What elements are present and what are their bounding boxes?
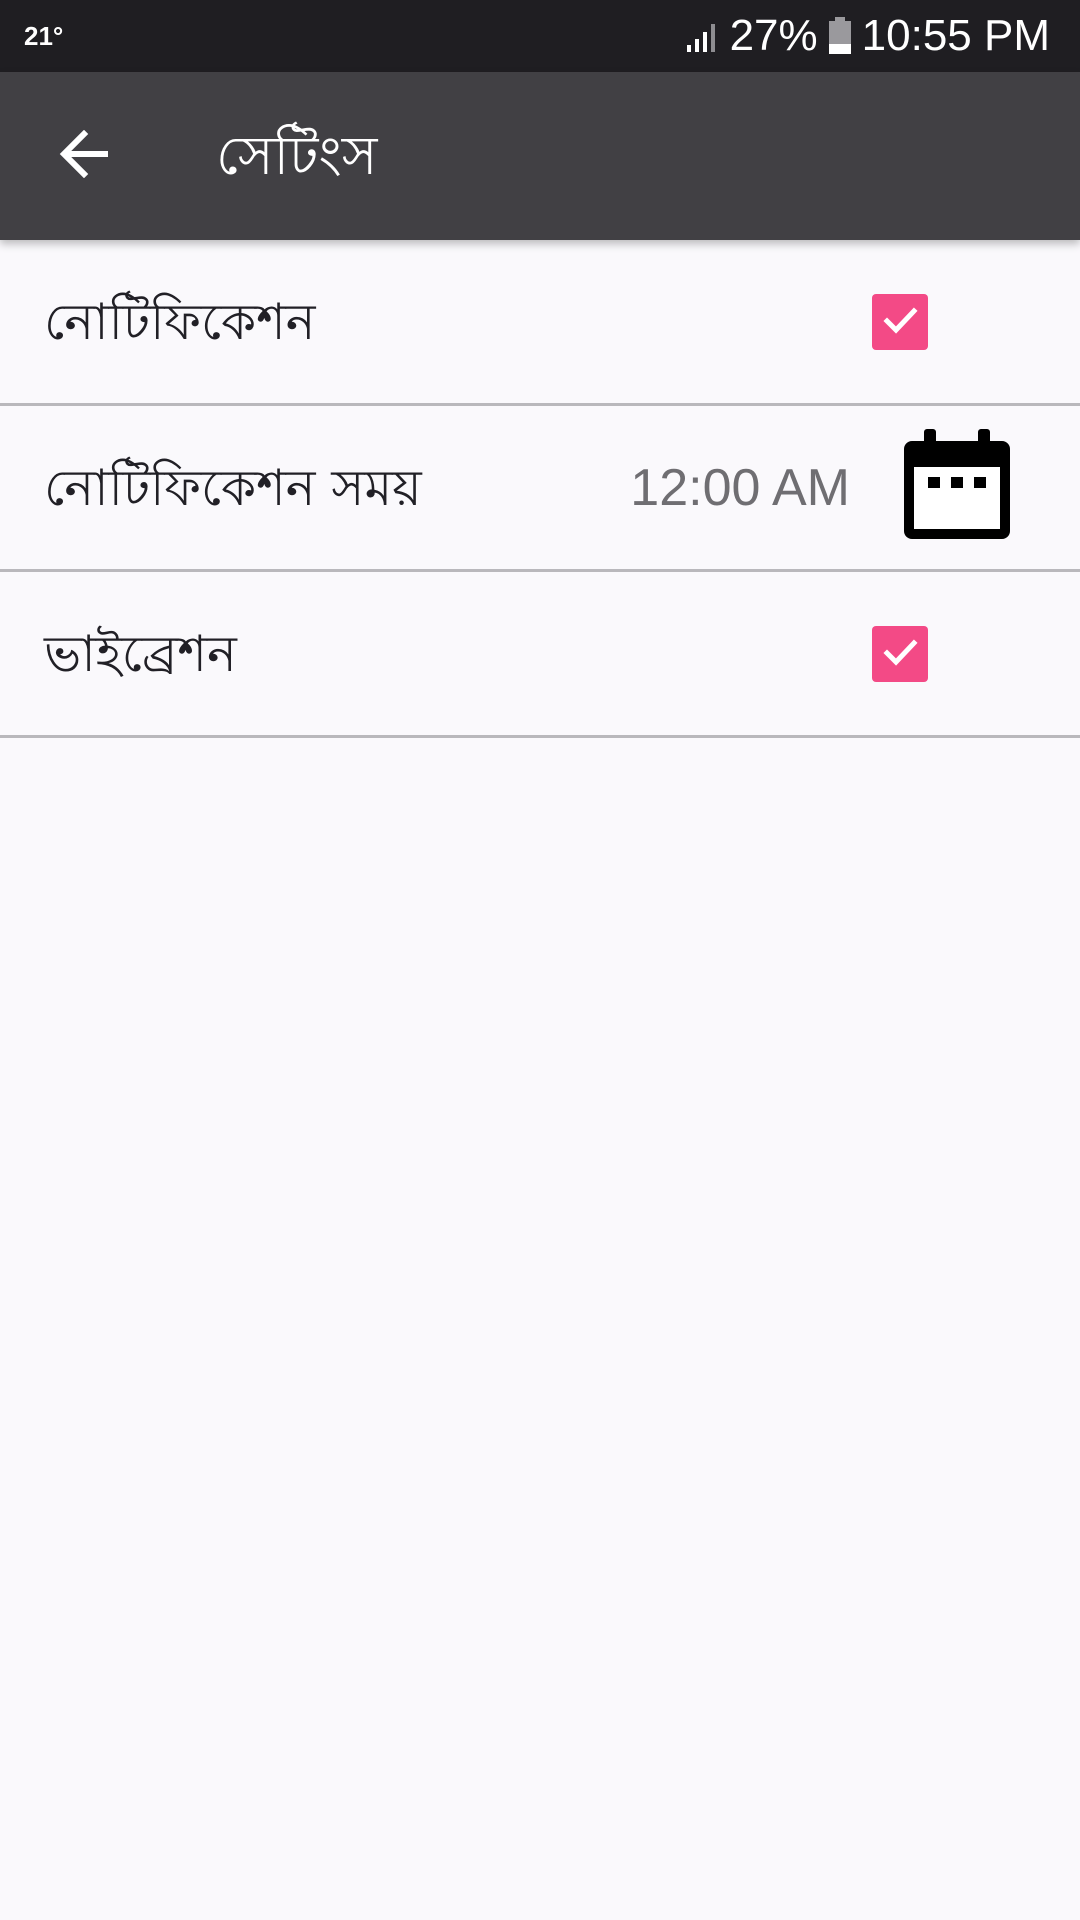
setting-row-notification-time[interactable]: নোটিফিকেশন সময় 12:00 AM	[0, 406, 1080, 572]
vibration-label: ভাইব্রেশন	[44, 624, 237, 683]
calendar-icon	[898, 427, 1016, 549]
notification-checkbox[interactable]	[872, 293, 928, 350]
arrow-back-icon	[58, 129, 110, 182]
app-bar: সেটিংস	[0, 72, 1080, 240]
calendar-button[interactable]	[898, 427, 1016, 549]
status-temperature: 21°	[24, 21, 64, 51]
settings-list: নোটিফিকেশন নোটিফিকেশন সময় 12:00 AM ভাইব…	[0, 240, 1080, 738]
notification-time-label: নোটিফিকেশন সময়	[44, 458, 422, 517]
notification-label: নোটিফিকেশন	[44, 292, 316, 351]
setting-row-notification[interactable]: নোটিফিকেশন	[0, 240, 1080, 406]
checkmark-icon	[880, 300, 920, 344]
status-bar: 21° 27% 10:55 PM	[0, 0, 1080, 72]
checkmark-icon	[880, 632, 920, 676]
battery-icon	[828, 17, 852, 55]
status-time: 10:55 PM	[861, 11, 1050, 60]
setting-row-vibration[interactable]: ভাইব্রেশন	[0, 572, 1080, 738]
vibration-checkbox[interactable]	[872, 625, 928, 682]
notification-time-value[interactable]: 12:00 AM	[630, 456, 850, 520]
cell-signal-icon	[686, 19, 720, 53]
status-right-group: 27% 10:55 PM	[686, 10, 1050, 62]
back-button[interactable]	[48, 120, 120, 192]
page-title: সেটিংস	[216, 124, 378, 187]
battery-percent: 27%	[729, 11, 818, 60]
